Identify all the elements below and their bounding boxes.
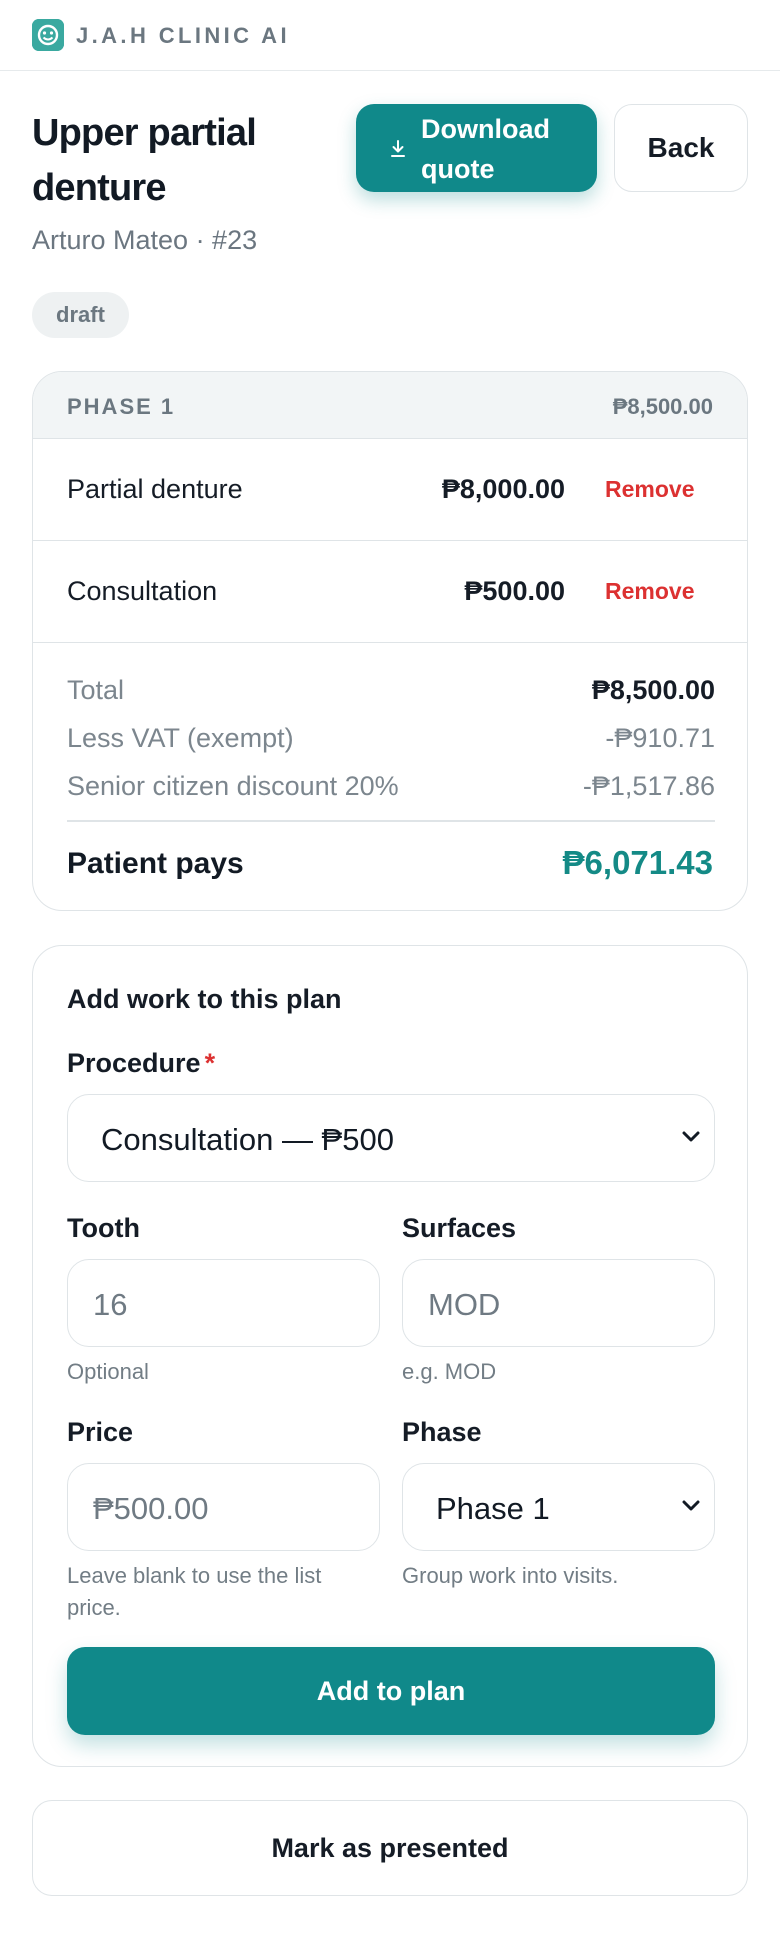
phase-total: ₱8,500.00 — [612, 394, 713, 419]
summary-vat-label: Less VAT (exempt) — [67, 723, 294, 753]
price-label: Price — [67, 1417, 134, 1447]
download-quote-label: Download quote — [421, 114, 550, 184]
surfaces-input-placeholder: MOD — [428, 1287, 501, 1322]
item-price: ₱8,000.00 — [441, 474, 565, 504]
back-button[interactable]: Back — [614, 104, 748, 192]
patient-pays-value: ₱6,071.43 — [562, 844, 713, 881]
status-badge: draft — [32, 292, 129, 338]
surfaces-label: Surfaces — [402, 1213, 517, 1243]
summary-discount-row: Senior citizen discount 20% -₱1,517.86 — [67, 770, 715, 802]
patient-pays-label: Patient pays — [67, 847, 244, 880]
procedure-label-text: Procedure — [67, 1048, 201, 1078]
summary-total-label: Total — [67, 675, 125, 705]
tooth-logo-icon — [32, 19, 64, 51]
phase-select[interactable]: Phase 1 — [402, 1463, 715, 1551]
chevron-down-icon — [682, 1500, 700, 1511]
tooth-hint: Optional — [67, 1359, 149, 1384]
price-input[interactable]: ₱500.00 — [67, 1463, 380, 1551]
chevron-down-icon — [682, 1131, 700, 1142]
top-bar: J.A.H CLINIC AI — [0, 0, 780, 71]
price-hint: Leave blank to use the list price. — [67, 1563, 322, 1620]
summary-vat-value: -₱910.71 — [605, 723, 715, 753]
phase-name: PHASE 1 — [67, 394, 176, 419]
download-quote-button[interactable]: Download quote — [356, 104, 597, 192]
remove-item-button[interactable]: Remove — [605, 475, 694, 503]
remove-item-button[interactable]: Remove — [605, 577, 694, 605]
required-marker: * — [204, 1048, 216, 1078]
summary-discount-value: -₱1,517.86 — [582, 771, 715, 801]
brand-name: J.A.H CLINIC AI — [76, 23, 290, 48]
item-name: Partial denture — [67, 474, 243, 504]
summary-divider — [67, 820, 715, 822]
add-work-form: Add work to this plan Procedure * Consult… — [32, 945, 748, 1767]
list-item: Partial denture ₱8,000.00 Remove — [33, 439, 747, 541]
download-icon — [390, 140, 406, 158]
summary-vat-row: Less VAT (exempt) -₱910.71 — [67, 722, 715, 754]
procedure-label: Procedure * — [67, 1047, 215, 1079]
item-name: Consultation — [67, 576, 218, 606]
procedure-select[interactable]: Consultation — ₱500 — [67, 1094, 715, 1182]
phase-card: PHASE 1 ₱8,500.00 Partial denture ₱8,000… — [32, 371, 748, 911]
summary-discount-label: Senior citizen discount 20% — [67, 771, 399, 801]
phase-select-value: Phase 1 — [436, 1491, 550, 1526]
page-title: Upper partial denture — [32, 112, 257, 209]
patient-subtitle: Arturo Mateo · #23 — [32, 225, 258, 255]
phase-label: Phase — [402, 1417, 482, 1447]
list-item: Consultation ₱500.00 Remove — [33, 541, 747, 643]
phase-hint: Group work into visits. — [402, 1563, 619, 1588]
form-title: Add work to this plan — [67, 984, 342, 1014]
price-input-placeholder: ₱500.00 — [93, 1491, 209, 1526]
summary-total-row: Total ₱8,500.00 — [67, 674, 715, 706]
item-price: ₱500.00 — [464, 576, 565, 606]
tooth-label: Tooth — [67, 1213, 140, 1243]
procedure-select-value: Consultation — ₱500 — [101, 1122, 394, 1157]
tooth-input[interactable]: 16 — [67, 1259, 380, 1347]
phase-header: PHASE 1 ₱8,500.00 — [33, 372, 747, 439]
add-to-plan-button[interactable]: Add to plan — [67, 1647, 715, 1735]
mark-as-presented-button[interactable]: Mark as presented — [32, 1800, 748, 1896]
summary-total-value: ₱8,500.00 — [591, 675, 715, 705]
tooth-input-placeholder: 16 — [93, 1287, 128, 1322]
surfaces-input[interactable]: MOD — [402, 1259, 715, 1347]
surfaces-hint: e.g. MOD — [402, 1359, 497, 1384]
